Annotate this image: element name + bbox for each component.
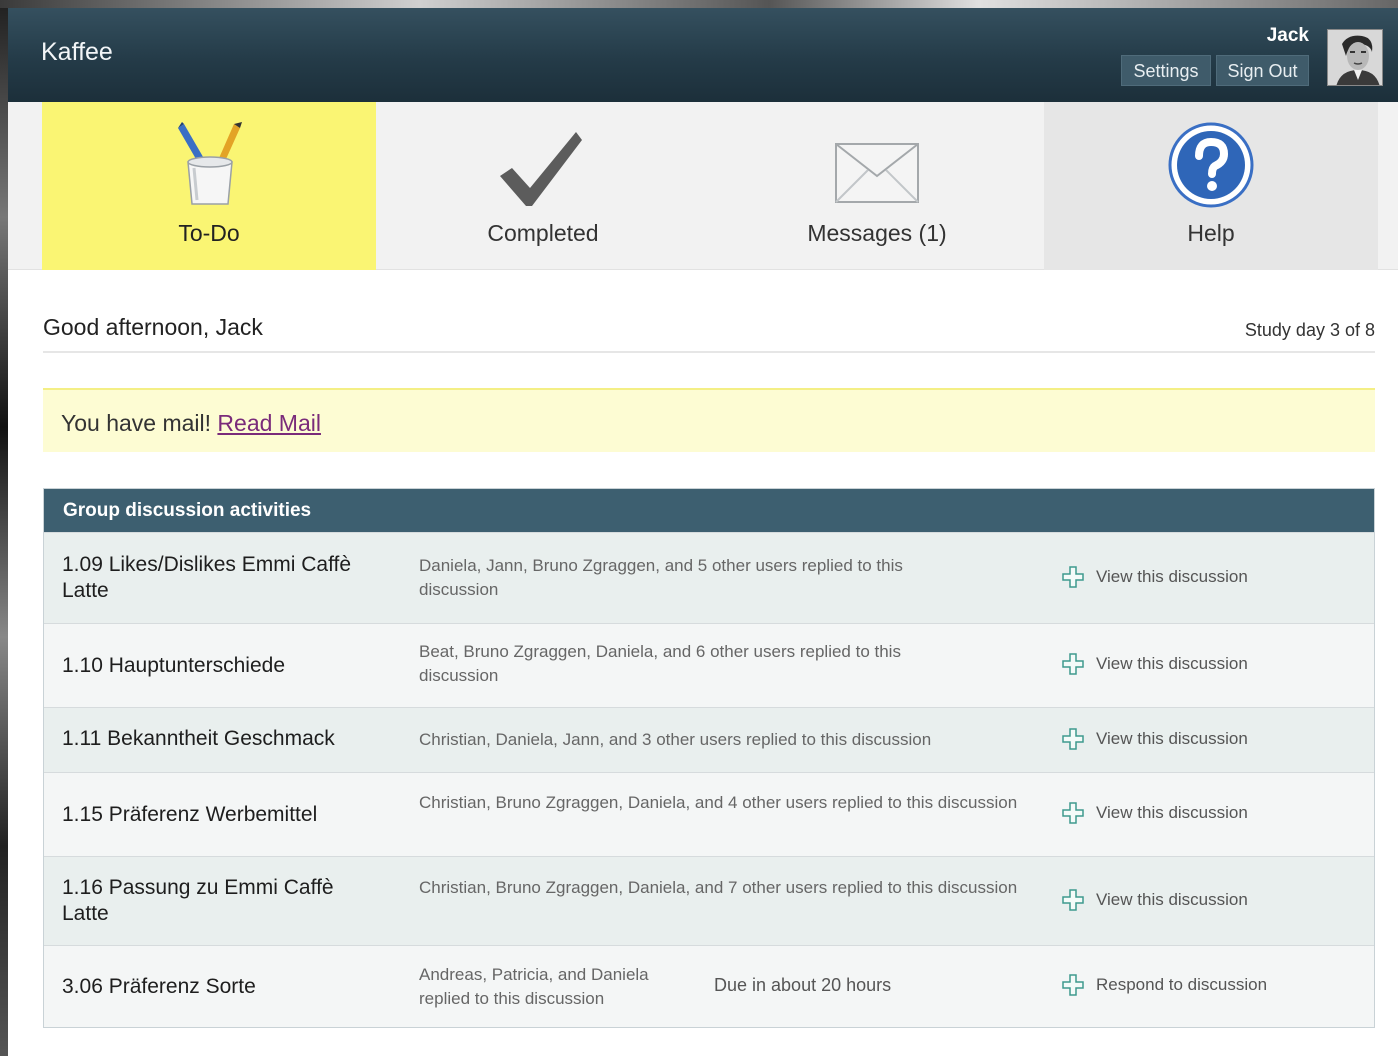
header-bar: Kaffee Jack Settings Sign Out <box>8 8 1398 102</box>
background-top-edge <box>0 0 1398 8</box>
tab-messages-label: Messages (1) <box>807 220 947 246</box>
action-label: View this discussion <box>1096 567 1248 586</box>
settings-button[interactable]: Settings <box>1121 55 1211 86</box>
plus-icon <box>1062 653 1084 675</box>
discussion-title: 1.11 Bekanntheit Geschmack <box>62 727 335 750</box>
discussion-title: 1.16 Passung zu Emmi Caffè Latte <box>62 876 334 925</box>
mail-notification-text: You have mail! Read Mail <box>61 410 321 437</box>
action-label: View this discussion <box>1096 803 1248 822</box>
action-label: View this discussion <box>1096 654 1248 673</box>
plus-icon <box>1062 802 1084 824</box>
plus-icon <box>1062 974 1084 996</box>
group-discussion-heading: Group discussion activities <box>44 489 1374 532</box>
divider <box>43 351 1375 353</box>
pencil-cup-icon <box>178 122 242 205</box>
discussion-replies: Christian, Bruno Zgraggen, Daniela, and … <box>419 878 1018 897</box>
app-window: Kaffee Jack Settings Sign Out To-Do Comp… <box>8 8 1398 1056</box>
respond-discussion-button[interactable]: Respond to discussion <box>1062 974 1267 996</box>
due-date-text: Due in about 20 hours <box>714 975 892 995</box>
discussion-title: 1.15 Präferenz Werbemittel <box>62 803 318 826</box>
action-label: View this discussion <box>1096 890 1248 909</box>
discussion-replies: Andreas, Patricia, and Daniela replied t… <box>419 965 649 1008</box>
tab-messages[interactable]: Messages (1) <box>710 102 1044 270</box>
table-row: 1.16 Passung zu Emmi Caffè Latte Christi… <box>44 856 1374 945</box>
table-row: 1.15 Präferenz Werbemittel Christian, Br… <box>44 772 1374 856</box>
action-label: Respond to discussion <box>1096 975 1268 994</box>
greeting-text: Good afternoon, Jack <box>43 314 263 340</box>
envelope-icon <box>835 143 919 203</box>
tab-help-label: Help <box>1187 220 1235 246</box>
discussion-title: 1.09 Likes/Dislikes Emmi Caffè Latte <box>62 553 352 602</box>
avatar-portrait-icon <box>1328 30 1382 85</box>
read-mail-link[interactable]: Read Mail <box>217 410 321 436</box>
plus-icon <box>1062 889 1084 911</box>
table-row: 1.09 Likes/Dislikes Emmi Caffè Latte Dan… <box>44 532 1374 623</box>
discussion-replies: Daniela, Jann, Bruno Zgraggen, and 5 oth… <box>419 556 903 599</box>
user-name: Jack <box>1266 25 1309 46</box>
mail-notification-message: You have mail! <box>61 410 212 436</box>
help-question-icon <box>1168 122 1254 208</box>
sign-out-button[interactable]: Sign Out <box>1216 55 1309 86</box>
discussion-title: 3.06 Präferenz Sorte <box>62 975 256 998</box>
mail-notification-banner: You have mail! Read Mail <box>43 388 1375 452</box>
table-row: 1.11 Bekanntheit Geschmack Christian, Da… <box>44 707 1374 772</box>
discussion-title: 1.10 Hauptunterschiede <box>62 654 285 677</box>
discussion-replies: Christian, Bruno Zgraggen, Daniela, and … <box>419 793 1018 812</box>
discussion-replies: Beat, Bruno Zgraggen, Daniela, and 6 oth… <box>419 642 901 685</box>
background-left-edge <box>0 8 8 1056</box>
tab-help[interactable]: Help <box>1044 102 1378 270</box>
tab-completed[interactable]: Completed <box>376 102 710 270</box>
app-title: Kaffee <box>41 38 113 66</box>
view-discussion-button[interactable]: View this discussion <box>1062 566 1248 588</box>
main-nav: To-Do Completed Messages (1) Help <box>8 102 1398 270</box>
view-discussion-button[interactable]: View this discussion <box>1062 889 1248 911</box>
tab-todo-label: To-Do <box>178 220 240 246</box>
plus-icon <box>1062 728 1084 750</box>
view-discussion-button[interactable]: View this discussion <box>1062 653 1248 675</box>
discussion-replies: Christian, Daniela, Jann, and 3 other us… <box>419 730 932 749</box>
view-discussion-button[interactable]: View this discussion <box>1062 802 1248 824</box>
tab-todo[interactable]: To-Do <box>42 102 376 270</box>
tab-completed-label: Completed <box>487 220 599 246</box>
action-label: View this discussion <box>1096 729 1248 748</box>
avatar[interactable] <box>1327 29 1383 86</box>
plus-icon <box>1062 566 1084 588</box>
view-discussion-button[interactable]: View this discussion <box>1062 728 1248 750</box>
table-row: 3.06 Präferenz Sorte Andreas, Patricia, … <box>44 945 1374 1027</box>
checkmark-icon <box>500 132 582 206</box>
study-day-indicator: Study day 3 of 8 <box>1244 320 1375 340</box>
table-row: 1.10 Hauptunterschiede Beat, Bruno Zgrag… <box>44 623 1374 707</box>
group-discussion-table: Group discussion activities 1.09 Likes/D… <box>43 488 1375 1028</box>
